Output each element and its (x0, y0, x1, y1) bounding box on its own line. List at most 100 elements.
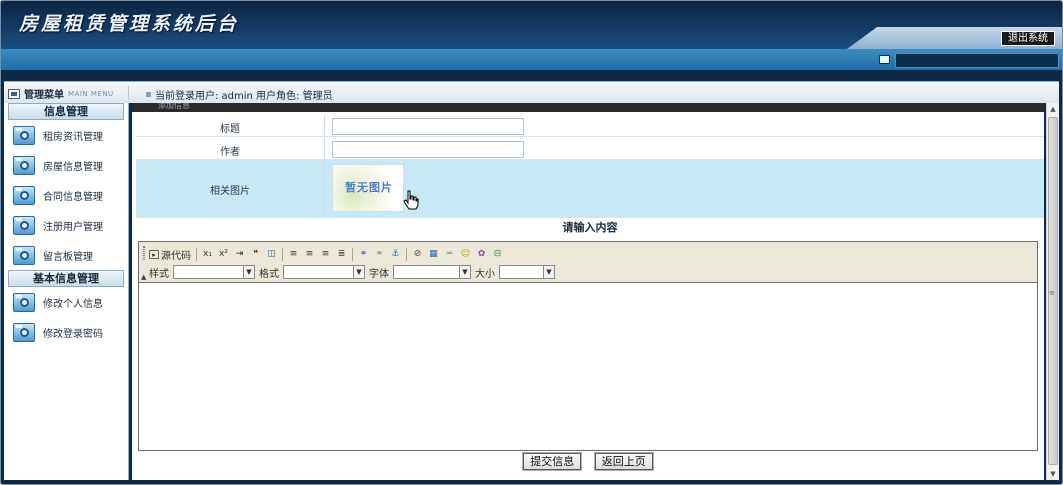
toolbar-separator (282, 247, 283, 261)
sidebar-item-label: 注册用户管理 (43, 221, 103, 233)
style-label: 样式 (149, 268, 169, 280)
sidebar-section-info: 信息管理 (8, 103, 124, 120)
sidebar-item-message-board[interactable]: 留言板管理 (4, 240, 128, 270)
menu-icon (8, 88, 20, 99)
unlink-icon[interactable]: ⚭ (374, 249, 385, 260)
flash-icon[interactable]: ⊘ (412, 249, 423, 260)
sidebar-item-rental-news[interactable]: 租房资讯管理 (4, 120, 128, 150)
row-divider (324, 160, 325, 217)
align-right-icon[interactable]: ≡ (320, 249, 331, 260)
align-center-icon[interactable]: ≡ (304, 249, 315, 260)
subscript-icon[interactable]: x₁ (202, 249, 213, 260)
editor-body[interactable] (139, 283, 1037, 449)
author-input[interactable] (332, 141, 524, 158)
scroll-up-icon[interactable]: ▲ (1047, 103, 1059, 115)
monitor-icon (879, 55, 890, 64)
gear-icon (13, 155, 35, 175)
editor-toolbar-row-1: ▸ 源代码 x₁ x² ⇥ ❝ ◫ ≡ ≡ ≡ ≣ ⚭ ⚭ ⚓ ⊘ ▦ ═ ☺ … (149, 246, 503, 262)
sidebar-item-label: 修改个人信息 (43, 298, 103, 310)
toolbar-grip (143, 246, 145, 260)
format-value (284, 266, 353, 278)
gear-icon (13, 125, 35, 145)
title-row: 标题 (136, 115, 1044, 137)
sidebar-item-label: 留言板管理 (43, 251, 93, 263)
scroll-down-icon[interactable]: ▼ (1047, 468, 1059, 480)
logout-button[interactable]: 退出系统 (1001, 31, 1055, 46)
app-title: 房屋租赁管理系统后台 (19, 13, 240, 35)
table-icon[interactable]: ▦ (428, 249, 439, 260)
author-label: 作者 (220, 147, 240, 158)
scroll-grip-icon: ≡ (1049, 289, 1055, 297)
editor-toolbar: ▸ 源代码 x₁ x² ⇥ ❝ ◫ ≡ ≡ ≡ ≣ ⚭ ⚭ ⚓ ⊘ ▦ ═ ☺ … (139, 242, 1037, 283)
style-select[interactable]: ▼ (173, 265, 255, 279)
sidebar-section-basic: 基本信息管理 (8, 270, 124, 287)
current-user-info: 当前登录用户: admin 用户角色: 管理员 (146, 87, 333, 102)
band-status-box (895, 53, 1059, 68)
blockquote-icon[interactable]: ❝ (250, 249, 261, 260)
image-row: 相关图片 暂无图片 (136, 160, 1044, 218)
gear-icon (13, 322, 35, 342)
no-image-text: 暂无图片 (345, 181, 393, 194)
align-left-icon[interactable]: ≡ (288, 249, 299, 260)
page-break-icon[interactable]: ⊟ (492, 249, 503, 260)
anchor-icon[interactable]: ⚓ (390, 249, 401, 260)
main-scrollbar[interactable]: ▲ ≡ ▼ (1046, 103, 1059, 480)
main-panel: 添加信息 标题 作者 相关图片 暂无图片 请输入内容 ▸ 源代码 x₁ x² ⇥… (132, 103, 1044, 480)
submit-button[interactable]: 提交信息 (522, 452, 583, 471)
sidebar-item-label: 修改登录密码 (43, 328, 103, 340)
source-label: 源代码 (161, 250, 191, 262)
sidebar-item-label: 合同信息管理 (43, 191, 103, 203)
indent-icon[interactable]: ⇥ (234, 249, 245, 260)
toolbar-separator (352, 247, 353, 261)
gear-icon (13, 185, 35, 205)
chevron-down-icon: ▼ (543, 266, 554, 278)
special-char-icon[interactable]: ✿ (476, 249, 487, 260)
link-icon[interactable]: ⚭ (358, 249, 369, 260)
bullet-icon (146, 92, 151, 97)
row-divider (324, 138, 325, 159)
div-container-icon[interactable]: ◫ (266, 249, 277, 260)
hand-cursor-icon (403, 190, 419, 210)
font-select[interactable]: ▼ (393, 265, 471, 279)
gear-icon (13, 215, 35, 235)
source-icon: ▸ (149, 249, 159, 259)
horizontal-rule-icon[interactable]: ═ (444, 249, 455, 260)
header-gap (1, 72, 1062, 79)
toolbar-collapse-icon[interactable]: ▲ (141, 273, 146, 281)
title-label: 标题 (220, 124, 240, 135)
rich-text-editor: ▸ 源代码 x₁ x² ⇥ ❝ ◫ ≡ ≡ ≡ ≣ ⚭ ⚭ ⚓ ⊘ ▦ ═ ☺ … (138, 241, 1038, 451)
image-thumbnail[interactable]: 暂无图片 (332, 164, 404, 212)
content-title: 请输入内容 (562, 221, 618, 234)
superscript-icon[interactable]: x² (218, 249, 229, 260)
sidebar-item-label: 房屋信息管理 (43, 161, 103, 173)
sidebar-item-edit-profile[interactable]: 修改个人信息 (4, 287, 128, 317)
toolbar-separator (196, 247, 197, 261)
menu-title: 管理菜单 (24, 90, 64, 101)
sidebar-item-change-password[interactable]: 修改登录密码 (4, 317, 128, 347)
format-select[interactable]: ▼ (283, 265, 365, 279)
title-input[interactable] (332, 118, 524, 135)
sidebar-item-house-info[interactable]: 房屋信息管理 (4, 150, 128, 180)
font-label: 字体 (369, 268, 389, 280)
gear-icon (13, 245, 35, 265)
app-header: 房屋租赁管理系统后台 退出系统 (1, 1, 1062, 49)
format-label: 格式 (259, 268, 279, 280)
user-info-text: 当前登录用户: admin 用户角色: 管理员 (155, 91, 333, 102)
menu-subtitle: MAIN MENU (68, 89, 114, 98)
app-window: 房屋租赁管理系统后台 退出系统 管理菜单 MAIN MENU 当前登录用户: a… (0, 0, 1063, 485)
row-divider (324, 115, 325, 136)
panel-title: 添加信息 (132, 103, 1044, 112)
header-band (1, 49, 1062, 71)
sidebar-item-label: 租房资讯管理 (43, 131, 103, 143)
align-justify-icon[interactable]: ≣ (336, 249, 347, 260)
sidebar-item-registered-users[interactable]: 注册用户管理 (4, 210, 128, 240)
back-button[interactable]: 返回上页 (593, 452, 654, 471)
source-button[interactable]: ▸ 源代码 (149, 247, 191, 262)
size-select[interactable]: ▼ (499, 265, 555, 279)
gear-icon (13, 292, 35, 312)
sidebar-item-contract-info[interactable]: 合同信息管理 (4, 180, 128, 210)
toolbar-separator (406, 247, 407, 261)
smiley-icon[interactable]: ☺ (460, 249, 471, 260)
size-label: 大小 (475, 268, 495, 280)
form-actions: 提交信息 返回上页 (132, 452, 1044, 473)
